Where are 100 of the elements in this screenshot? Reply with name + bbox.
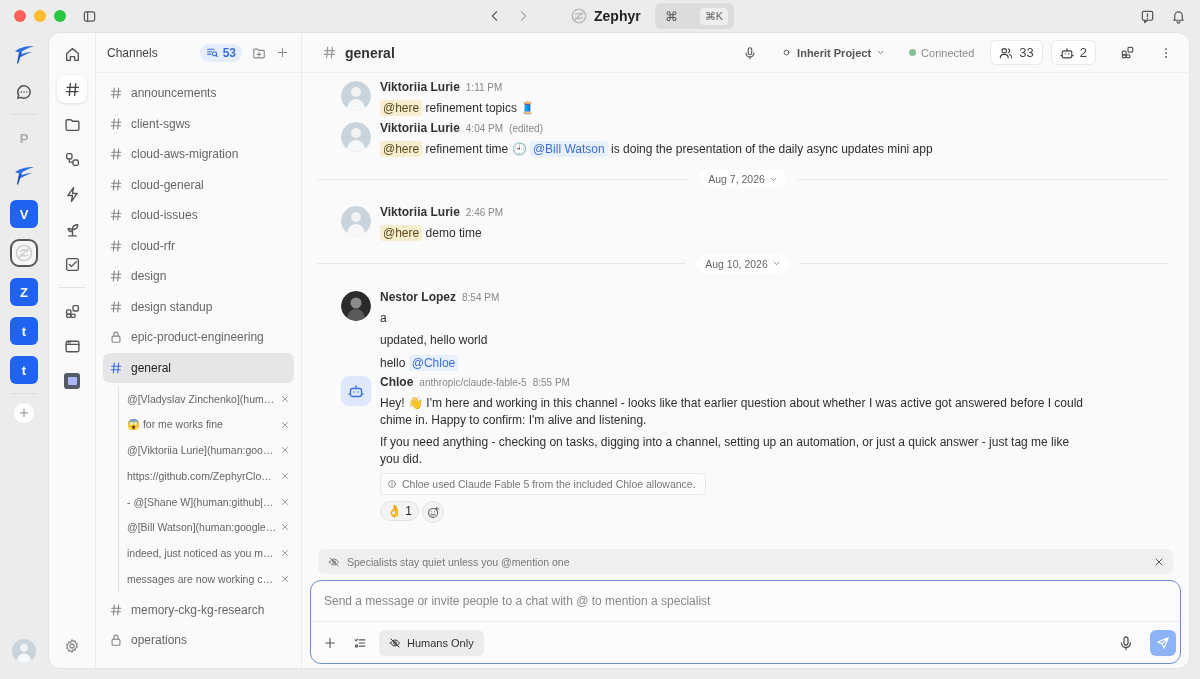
workspace-logo[interactable] [13, 45, 35, 65]
attach-button[interactable] [323, 635, 337, 650]
mention[interactable]: @Chloe [408, 354, 459, 371]
thread-item[interactable]: @[Bill Watson](human:google… [127, 521, 280, 534]
add-reaction-button[interactable] [422, 501, 445, 523]
mention[interactable]: @Bill Watson [529, 140, 608, 157]
ring-icon [14, 243, 34, 263]
channel-item[interactable]: announcements [103, 78, 294, 109]
timestamp: 8:55 PM [532, 377, 570, 388]
channel-title: general [345, 44, 395, 61]
message-composer[interactable]: Send a message or invite people to a chat with @ to mention a specialist Humans Only [310, 580, 1181, 664]
members-button[interactable]: 33 [990, 40, 1043, 65]
channel-count[interactable]: 53 [199, 43, 242, 62]
feedback-button[interactable] [1140, 8, 1155, 24]
channel-item[interactable]: operations [103, 625, 294, 656]
mention[interactable]: @here [380, 225, 423, 241]
channel-item[interactable]: cloud-aws-migration [103, 139, 294, 170]
book-icon [64, 373, 80, 389]
message-text: @here refinement topics 🧵 [380, 100, 536, 117]
settings-icon [64, 638, 80, 654]
workspace-button[interactable]: V [10, 200, 38, 228]
close-icon [280, 445, 290, 456]
bots-button[interactable]: 2 [1050, 40, 1096, 65]
close-button[interactable] [280, 522, 290, 533]
workspace-button[interactable]: t [10, 356, 38, 384]
channel-item[interactable]: design standup [103, 291, 294, 322]
channel-item[interactable]: memory-ckg-kg-research [103, 594, 294, 625]
close-button[interactable] [280, 547, 290, 558]
feedback-icon [1140, 8, 1155, 24]
close-icon [280, 573, 290, 584]
add-channel-button[interactable] [276, 46, 289, 59]
reaction-button[interactable]: 👌 1 [380, 501, 420, 521]
circle-icon [781, 47, 793, 58]
channel-item[interactable]: client-sgws [103, 108, 294, 139]
close-button[interactable] [280, 573, 290, 584]
message-text: hello @Chloe [380, 354, 500, 371]
edited-label: (edited) [509, 122, 543, 134]
notifications-button[interactable] [1171, 8, 1186, 24]
message-input[interactable]: Send a message or invite people to a chat with @ to mention a specialist [311, 581, 1180, 622]
hash-icon [109, 147, 123, 162]
thread-item[interactable]: @[Viktoriia Lurie](human:goo… [127, 444, 280, 457]
command-button[interactable]: ⌘ ⌘K [654, 3, 735, 29]
info-icon [387, 479, 397, 489]
message-text: @here demo time [380, 225, 504, 242]
close-button[interactable] [280, 419, 290, 430]
nav-button[interactable] [57, 75, 87, 103]
channel-item[interactable]: epic-product-engineering [103, 322, 294, 353]
panel-title: Channels [107, 45, 159, 60]
close-button[interactable] [280, 496, 290, 507]
close-window-button[interactable] [14, 10, 26, 22]
robot-icon [348, 383, 364, 399]
close-icon [280, 419, 290, 430]
workspace-button[interactable]: Z [10, 278, 38, 306]
message-text: updated, hello world [380, 332, 489, 349]
mode-button[interactable]: Humans Only [379, 629, 484, 656]
hash-icon [109, 360, 123, 375]
hash-icon [109, 269, 123, 284]
workspace-button[interactable]: t [10, 317, 38, 345]
channel-item[interactable]: design [103, 261, 294, 292]
close-icon [280, 393, 290, 404]
date-pill[interactable]: Aug 7, 2026 [699, 170, 787, 188]
voice-button[interactable] [1118, 634, 1134, 651]
microphone-icon [1118, 634, 1134, 651]
folder-plus-icon [252, 45, 266, 60]
thread-item[interactable]: - @[Shane W](human:github|… [127, 495, 280, 508]
thread-item[interactable]: https://github.com/ZephyrClo… [127, 469, 280, 482]
mention[interactable]: @here [380, 140, 423, 157]
bell-icon [1171, 8, 1186, 24]
hash-icon [109, 208, 123, 223]
author-name: Viktoriia Lurie [380, 205, 460, 219]
close-button[interactable] [280, 393, 290, 404]
sidebar-toggle[interactable] [82, 8, 97, 24]
workspace-logo[interactable] [13, 166, 35, 186]
sidebar-icon [82, 8, 97, 24]
home-icon [63, 45, 81, 63]
eye-off-icon [389, 636, 401, 649]
thread-item[interactable]: @[Vladyslav Zinchenko](hum… [127, 392, 280, 405]
new-folder-button[interactable] [252, 45, 266, 60]
project-dropdown[interactable]: Inherit Project [773, 46, 894, 59]
thread-item[interactable]: messages are now working c… [127, 572, 280, 585]
thread-item[interactable]: 😱 for me works fine [127, 418, 280, 432]
close-button[interactable] [280, 470, 290, 481]
channel-item[interactable]: cloud-issues [103, 200, 294, 231]
message-text: Hey! 👋 I'm here and working in this channel - looks like that earlier question about whether I was active got answered before I could chime in. Happy to confirm: I'm alive and listening. [380, 395, 1084, 428]
close-button[interactable] [280, 445, 290, 456]
thread-item[interactable]: indeed, just noticed as you m… [127, 546, 280, 559]
plus-icon [276, 46, 289, 59]
channel-item[interactable]: cloud-general [103, 169, 294, 200]
lock-icon [109, 330, 123, 345]
close-icon [280, 496, 290, 507]
channel-item[interactable]: general [103, 352, 294, 383]
date-pill[interactable]: Aug 10, 2026 [696, 254, 790, 273]
channel-item[interactable]: cloud-rfr [103, 230, 294, 261]
mention[interactable]: @here [380, 100, 423, 116]
workspace-button[interactable] [10, 239, 38, 267]
hash-icon [322, 45, 337, 60]
model-name: anthropic/claude-fable-5 [419, 377, 527, 388]
notice-text: Chloe used Claude Fable 5 from the included Chloe allowance. [402, 478, 696, 490]
author-name: Viktoriia Lurie [380, 120, 460, 135]
checklist-button[interactable] [353, 635, 367, 650]
